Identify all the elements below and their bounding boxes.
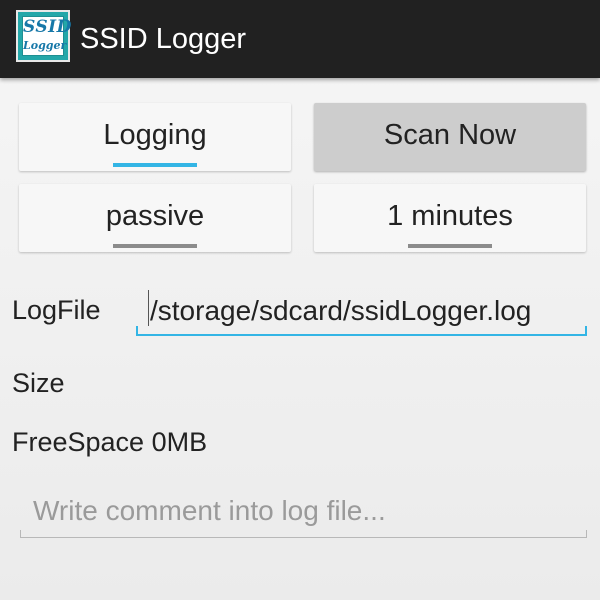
app-logo-text-top: SSID bbox=[23, 17, 72, 37]
comment-underline-edge-right bbox=[586, 530, 587, 537]
logfile-path-input[interactable]: /storage/sdcard/ssidLogger.log bbox=[136, 288, 587, 336]
text-cursor bbox=[148, 290, 149, 326]
scan-now-label: Scan Now bbox=[383, 119, 517, 151]
scan-mode-spinner[interactable]: passive bbox=[19, 184, 291, 252]
input-underline-edge-right bbox=[585, 326, 587, 334]
logfile-label: LogFile bbox=[12, 295, 101, 325]
logging-toggle-button[interactable]: Logging bbox=[19, 103, 291, 171]
scan-interval-spinner[interactable]: 1 minutes bbox=[314, 184, 586, 252]
app-title: SSID Logger bbox=[80, 23, 247, 55]
size-label: Size bbox=[12, 368, 65, 398]
scan-now-button[interactable]: Scan Now bbox=[314, 103, 586, 171]
app-screen: SSID Logger SSID Logger Logging Scan Now… bbox=[0, 0, 600, 600]
logfile-path-value: /storage/sdcard/ssidLogger.log bbox=[150, 295, 532, 326]
freespace-label: FreeSpace 0MB bbox=[12, 427, 208, 457]
logging-toggle-label: Logging bbox=[103, 119, 207, 151]
comment-input[interactable]: Write comment into log file... bbox=[20, 486, 587, 538]
logging-toggle-indicator bbox=[113, 163, 197, 167]
scan-interval-label: 1 minutes bbox=[387, 200, 513, 232]
scan-interval-indicator bbox=[408, 244, 492, 248]
comment-underline-edge-left bbox=[20, 530, 21, 537]
app-logo-icon: SSID Logger bbox=[16, 10, 72, 62]
scan-mode-indicator bbox=[113, 244, 197, 248]
app-logo-frame: SSID Logger bbox=[22, 16, 72, 56]
app-logo-text-bottom: Logger bbox=[23, 39, 67, 52]
action-bar: SSID Logger SSID Logger bbox=[0, 0, 600, 78]
comment-placeholder: Write comment into log file... bbox=[33, 495, 386, 526]
input-underline-edge-left bbox=[136, 326, 138, 334]
scan-mode-label: passive bbox=[105, 200, 205, 232]
